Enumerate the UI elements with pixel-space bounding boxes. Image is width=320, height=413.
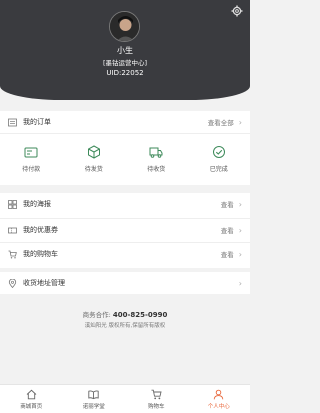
order-type-pending-shipment[interactable]: 待发货	[63, 136, 126, 181]
menu-item-posters[interactable]: 我的海报 查看 ›	[0, 193, 250, 215]
chevron-right-icon: ›	[238, 117, 242, 127]
menu-item-more: 查看	[220, 251, 234, 259]
chevron-right-icon: ›	[238, 278, 242, 288]
location-icon	[8, 278, 17, 288]
business-label: 商务合作:	[82, 311, 111, 319]
menu-list: 我的海报 查看 › 我的优惠券 查看 › 我的购物车 查看 ›	[0, 193, 250, 268]
order-type-label: 已完成	[209, 166, 228, 173]
tab-profile[interactable]: 个人中心	[188, 385, 251, 413]
home-icon	[26, 389, 37, 400]
tab-label: 诺丽学堂	[82, 404, 105, 410]
order-type-label: 待收货	[147, 166, 166, 173]
orders-card: 我的订单 查看全部 › 待付款 待发货 待收货 已完成	[0, 111, 250, 185]
tab-cart[interactable]: 购物车	[125, 385, 188, 413]
menu-item-cart[interactable]: 我的购物车 查看 ›	[0, 243, 250, 265]
cart-icon	[151, 389, 162, 400]
chevron-right-icon: ›	[238, 199, 242, 209]
user-id: UID:22052	[106, 69, 144, 77]
chevron-right-icon: ›	[238, 249, 242, 259]
order-type-label: 待付款	[22, 166, 41, 173]
box-icon	[87, 145, 100, 159]
user-role: [墨钴运营中心]	[102, 59, 148, 67]
tab-label: 购物车	[147, 404, 165, 410]
menu-item-coupons[interactable]: 我的优惠券 查看 ›	[0, 219, 250, 241]
gear-icon[interactable]	[231, 5, 243, 17]
tab-home[interactable]: 商城首页	[0, 385, 63, 413]
coupon-icon	[8, 226, 17, 235]
book-icon	[88, 390, 99, 400]
person-icon	[214, 389, 224, 400]
cart-icon	[8, 250, 17, 259]
address-label: 收货地址管理	[23, 279, 65, 287]
orders-header-row[interactable]: 我的订单 查看全部 ›	[0, 111, 250, 133]
poster-icon	[8, 199, 17, 209]
order-type-pending-receipt[interactable]: 待收货	[125, 136, 188, 181]
tab-school[interactable]: 诺丽学堂	[63, 385, 126, 413]
order-list-icon	[8, 118, 17, 127]
orders-title: 我的订单	[23, 118, 51, 126]
user-name: 小生	[117, 46, 133, 55]
business-phone[interactable]: 400-825-0990	[113, 311, 168, 319]
tab-bar: 商城首页 诺丽学堂 购物车 个人中心	[0, 384, 250, 413]
card-icon	[24, 147, 38, 158]
avatar[interactable]	[109, 11, 140, 42]
chevron-right-icon: ›	[238, 225, 242, 235]
order-types: 待付款 待发货 待收货 已完成	[0, 136, 250, 181]
order-type-completed[interactable]: 已完成	[188, 136, 251, 181]
tab-label: 个人中心	[207, 404, 230, 410]
copyright: 溪灿阳光 版权所有,保留所有版权	[84, 323, 166, 329]
order-type-label: 待发货	[84, 166, 103, 173]
menu-item-more: 查看	[220, 201, 234, 209]
menu-item-address[interactable]: 收货地址管理 ›	[0, 272, 250, 294]
check-circle-icon	[212, 146, 225, 158]
menu-item-more: 查看	[220, 227, 234, 235]
orders-view-all[interactable]: 查看全部	[208, 117, 234, 127]
profile-header: 小生 [墨钴运营中心] UID:22052	[0, 0, 250, 100]
business-contact: 商务合作: 400-825-0990	[0, 309, 250, 319]
menu-item-label: 我的海报	[23, 200, 51, 208]
truck-icon	[149, 147, 163, 158]
order-type-pending-payment[interactable]: 待付款	[0, 136, 63, 181]
divider	[0, 133, 250, 134]
address-card: 收货地址管理 ›	[0, 272, 250, 294]
menu-item-label: 我的购物车	[23, 250, 58, 258]
tab-label: 商城首页	[20, 404, 43, 410]
menu-item-label: 我的优惠券	[23, 226, 58, 234]
